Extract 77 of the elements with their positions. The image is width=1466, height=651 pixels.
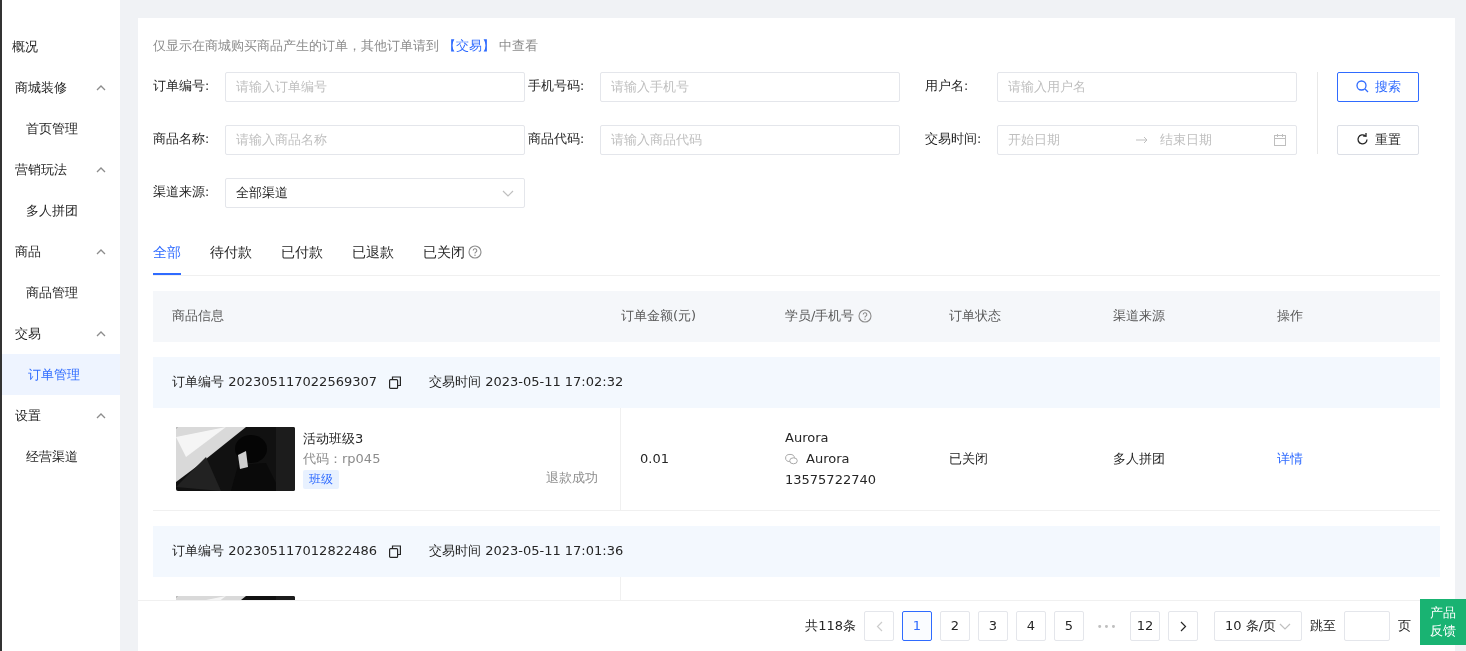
- field-label: 商品代码:: [528, 130, 586, 149]
- tab[interactable]: 待付款: [210, 241, 252, 275]
- page-button[interactable]: 12: [1130, 611, 1160, 641]
- sidebar-item[interactable]: 设置: [2, 395, 120, 436]
- product-code: 代码：rp045: [303, 449, 381, 468]
- page-button[interactable]: 3: [978, 611, 1008, 641]
- field-label: 渠道来源:: [153, 183, 211, 202]
- order-time: 交易时间 2023-05-11 17:01:36: [429, 542, 624, 561]
- page-input[interactable]: [1344, 611, 1390, 641]
- notice-text: 仅显示在商城购买商品产生的订单，其他订单请到 【交易】 中查看: [153, 37, 539, 55]
- search-button[interactable]: 搜索: [1337, 71, 1419, 102]
- product-tag: 班级: [303, 469, 339, 489]
- page-button[interactable]: 1: [902, 611, 932, 641]
- sidebar-item[interactable]: 商城装修: [2, 67, 120, 108]
- tab[interactable]: 全部: [153, 241, 181, 275]
- page-button[interactable]: 5: [1054, 611, 1084, 641]
- tab[interactable]: 已付款: [281, 241, 323, 275]
- sidebar-item[interactable]: 概况: [2, 26, 120, 67]
- page-button[interactable]: 4: [1016, 611, 1046, 641]
- input-field[interactable]: 请输入订单编号: [225, 71, 525, 102]
- chevron-left-icon: [875, 620, 883, 632]
- sidebar-item[interactable]: 经营渠道: [2, 436, 120, 477]
- field-label: 交易时间:: [925, 130, 983, 149]
- wechat-name: Aurora: [806, 450, 850, 468]
- column-header: 学员/手机号: [785, 307, 855, 326]
- chevron-right-icon: [1179, 620, 1187, 632]
- arrow-icon: [1136, 135, 1148, 144]
- order-number: 订单编号 202305117012822486: [172, 542, 377, 561]
- sidebar-item[interactable]: 交易: [2, 313, 120, 354]
- column-header: 渠道来源: [1113, 307, 1165, 326]
- field-label: 用户名:: [925, 77, 970, 96]
- order-time: 交易时间 2023-05-11 17:02:32: [429, 373, 624, 392]
- chevron-down-icon: [1279, 621, 1291, 631]
- product-name: 活动班级3: [303, 429, 365, 448]
- refresh-icon: [1355, 133, 1369, 146]
- page-button[interactable]: 2: [940, 611, 970, 641]
- refund-status: 退款成功: [546, 469, 598, 487]
- copy-icon: [389, 544, 401, 558]
- copy-icon: [389, 375, 401, 389]
- chat-icon: [785, 452, 798, 465]
- sidebar-item[interactable]: 多人拼团: [2, 190, 120, 231]
- column-header: 商品信息: [172, 307, 224, 326]
- page-unit: 页: [1398, 617, 1411, 636]
- channel-source: 多人拼团: [1113, 450, 1165, 466]
- column-header: 订单状态: [949, 307, 1001, 326]
- order-number: 订单编号 202305117022569307: [172, 373, 377, 392]
- link[interactable]: 【交易】: [443, 38, 495, 53]
- order-status: 已关闭: [949, 450, 988, 466]
- page-size-select[interactable]: 10 条/页: [1214, 611, 1302, 641]
- order-amount: 0.01: [640, 450, 669, 466]
- tab[interactable]: 已关闭: [423, 241, 482, 275]
- next-page-button[interactable]: [1168, 611, 1198, 641]
- search-icon: [1355, 80, 1369, 93]
- input-field[interactable]: 请输入商品代码: [600, 124, 900, 155]
- buyer-name: Aurora: [785, 429, 830, 447]
- field-label: 手机号码:: [528, 77, 586, 96]
- total-count: 共118条: [805, 617, 856, 636]
- ellipsis: •••: [1095, 619, 1119, 634]
- field-label: 商品名称:: [153, 130, 211, 149]
- buyer-phone: 13575722740: [785, 471, 877, 489]
- sidebar-item[interactable]: 商品管理: [2, 272, 120, 313]
- field-label: 订单编号:: [153, 77, 211, 96]
- input-field[interactable]: 请输入商品名称: [225, 124, 525, 155]
- input-field[interactable]: 请输入手机号: [600, 71, 900, 102]
- select-field[interactable]: 全部渠道: [225, 177, 525, 208]
- column-header: 订单金额(元): [621, 307, 697, 326]
- input-field[interactable]: 请输入用户名: [997, 71, 1297, 102]
- sidebar-item[interactable]: 商品: [2, 231, 120, 272]
- reset-button[interactable]: 重置: [1337, 124, 1419, 155]
- sidebar-item[interactable]: 首页管理: [2, 108, 120, 149]
- calendar-icon: [1274, 133, 1286, 146]
- details-link[interactable]: 详情: [1277, 450, 1303, 466]
- tab[interactable]: 已退款: [352, 241, 394, 275]
- jump-label: 跳至: [1310, 617, 1336, 636]
- sidebar-item[interactable]: 营销玩法: [2, 149, 120, 190]
- sidebar-item[interactable]: 订单管理: [2, 354, 120, 395]
- column-header: 操作: [1277, 307, 1303, 326]
